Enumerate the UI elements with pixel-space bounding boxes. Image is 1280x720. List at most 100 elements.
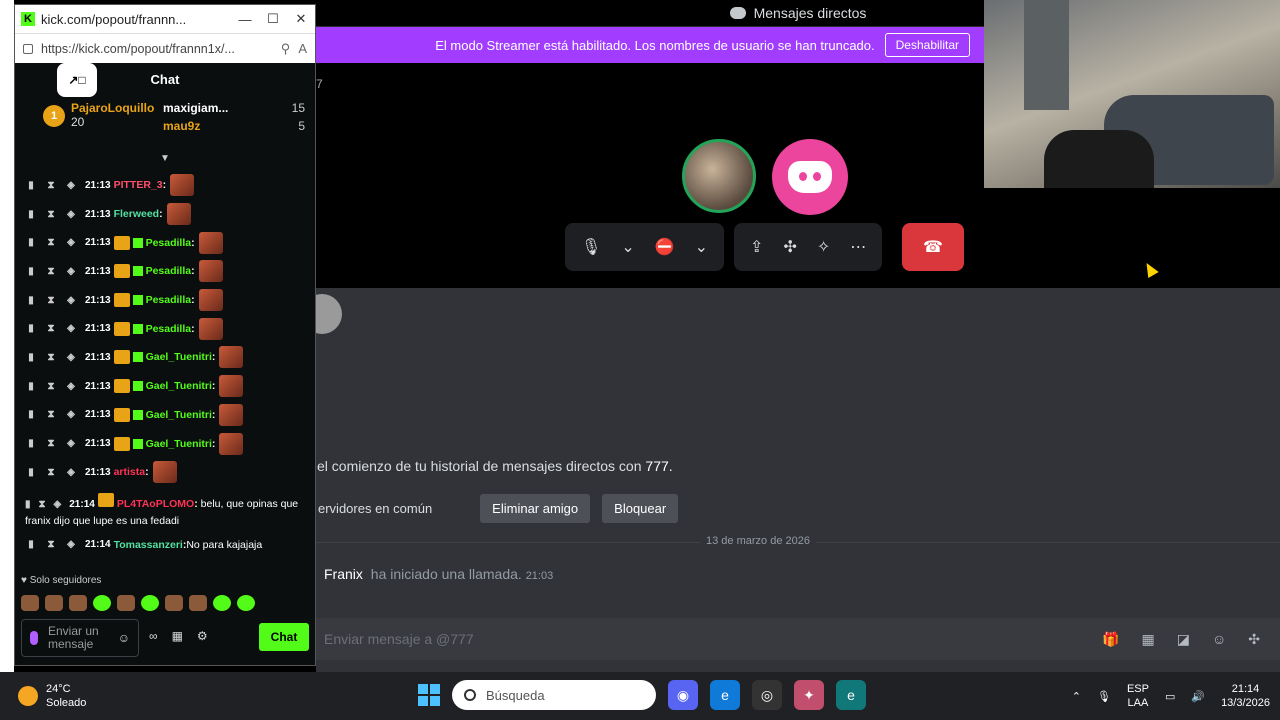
shield-icon[interactable]: ◈ (65, 539, 77, 550)
network-icon[interactable]: ▭ (1165, 690, 1175, 703)
emote[interactable] (198, 260, 223, 283)
camera-off-icon[interactable]: ⛔ (655, 237, 675, 257)
user-avatar[interactable] (682, 139, 756, 213)
shield-icon[interactable]: ◈ (65, 295, 77, 306)
popout-icon[interactable]: ↗□ (57, 63, 97, 97)
settings-icon[interactable]: ⚙ (197, 629, 208, 643)
block-button[interactable]: Bloquear (602, 494, 679, 523)
shield-icon[interactable]: ◈ (65, 409, 77, 420)
leader-item[interactable]: maxigiam... 15 (163, 101, 305, 115)
leader-item[interactable]: mau9z 5 (163, 119, 305, 133)
message-username[interactable]: Pesadilla (146, 323, 192, 335)
emote[interactable] (117, 595, 135, 611)
trash-icon[interactable]: ▮ (25, 352, 37, 363)
soundboard-icon[interactable]: ✧ (817, 237, 830, 257)
discord-app-icon[interactable]: ◉ (668, 680, 698, 710)
volume-icon[interactable]: 🔊 (1191, 690, 1205, 703)
timeout-icon[interactable]: ⧗ (45, 237, 57, 248)
more-icon[interactable]: ⋯ (850, 237, 866, 257)
emote[interactable] (213, 595, 231, 611)
discord-avatar[interactable] (772, 139, 848, 215)
timeout-icon[interactable]: ⧗ (45, 409, 57, 420)
message-username[interactable]: Gael_Tuenitri (146, 409, 212, 421)
emote[interactable] (219, 375, 244, 398)
timeout-icon[interactable]: ⧗ (45, 323, 57, 334)
shield-icon[interactable]: ◈ (65, 209, 77, 220)
message-username[interactable]: Gael_Tuenitri (146, 351, 212, 363)
scroll-down-icon[interactable]: ▼ (15, 153, 315, 165)
emote[interactable] (198, 317, 223, 340)
message-username[interactable]: Pesadilla (146, 294, 192, 306)
shield-icon[interactable]: ◈ (65, 381, 77, 392)
app-icon[interactable]: ✦ (794, 680, 824, 710)
timeout-icon[interactable]: ⧗ (45, 352, 57, 363)
emote[interactable] (219, 432, 244, 455)
message-username[interactable]: artista (114, 466, 146, 478)
remove-friend-button[interactable]: Eliminar amigo (480, 494, 591, 523)
emote[interactable] (189, 595, 207, 611)
mic-tray-icon[interactable]: 🎙 (1097, 690, 1111, 703)
trash-icon[interactable]: ▮ (25, 180, 37, 191)
emote[interactable] (93, 595, 111, 611)
message-username[interactable]: Pesadilla (146, 265, 192, 277)
emote[interactable] (141, 595, 159, 611)
emote[interactable] (21, 595, 39, 611)
close-icon[interactable]: ✕ (287, 11, 315, 27)
message-username[interactable]: Gael_Tuenitri (146, 438, 212, 450)
taskbar-search[interactable]: Búsqueda (452, 680, 656, 710)
obs-icon[interactable]: ◎ (752, 680, 782, 710)
language-indicator[interactable]: ESP LAA (1127, 682, 1149, 710)
trash-icon[interactable]: ▮ (25, 409, 37, 420)
infinity-icon[interactable]: ∞ (149, 629, 158, 643)
url-text[interactable]: https://kick.com/popout/frannn1x/... (41, 42, 281, 56)
timeout-icon[interactable]: ⧗ (45, 180, 57, 191)
emote[interactable] (45, 595, 63, 611)
timeout-icon[interactable]: ⧗ (45, 438, 57, 449)
shield-icon[interactable]: ◈ (65, 237, 77, 248)
message-username[interactable]: Tomassanzeri (114, 539, 183, 551)
trash-icon[interactable]: ▮ (25, 237, 37, 248)
trash-icon[interactable]: ▮ (25, 323, 37, 334)
emote[interactable] (166, 203, 191, 226)
trash-icon[interactable]: ▮ (25, 499, 31, 510)
weather-widget[interactable]: 24°C Soleado (18, 682, 138, 710)
trash-icon[interactable]: ▮ (25, 438, 37, 449)
message-username[interactable]: Flerweed (114, 208, 160, 220)
apps-icon[interactable]: ✣ (1248, 631, 1260, 648)
emote[interactable] (219, 346, 244, 369)
sticker-icon[interactable]: ◪ (1177, 631, 1190, 648)
chevron-down-icon[interactable]: ⌄ (621, 237, 634, 257)
minimize-icon[interactable]: — (231, 12, 259, 27)
kick-chat-input[interactable]: Enviar un mensaje ☺ (21, 619, 139, 657)
emote[interactable] (198, 231, 223, 254)
timeout-icon[interactable]: ⧗ (45, 381, 57, 392)
mutual-servers[interactable]: ervidores en común (316, 494, 434, 523)
shield-icon[interactable]: ◈ (65, 266, 77, 277)
trash-icon[interactable]: ▮ (25, 467, 37, 478)
edge-icon[interactable]: e (710, 680, 740, 710)
store-icon[interactable]: ▦ (172, 629, 183, 643)
shield-icon[interactable]: ◈ (54, 499, 62, 510)
disable-streamer-button[interactable]: Deshabilitar (884, 33, 970, 57)
start-icon[interactable] (418, 684, 440, 706)
timeout-icon[interactable]: ⧗ (39, 499, 46, 510)
shield-icon[interactable]: ◈ (65, 180, 77, 191)
emoji-icon[interactable]: ☺ (1212, 631, 1226, 648)
message-username[interactable]: Gael_Tuenitri (146, 380, 212, 392)
screen-share-icon[interactable]: ⇪ (750, 237, 763, 257)
end-call-button[interactable]: ☎ (902, 223, 964, 271)
read-aloud-icon[interactable]: A (298, 41, 307, 56)
emote[interactable] (152, 461, 177, 484)
chevron-up-icon[interactable]: ⌃ (1072, 690, 1081, 703)
timeout-icon[interactable]: ⧗ (45, 467, 57, 478)
edge-dev-icon[interactable]: e (836, 680, 866, 710)
timeout-icon[interactable]: ⧗ (45, 539, 57, 550)
clock[interactable]: 21:14 13/3/2026 (1221, 682, 1270, 710)
trash-icon[interactable]: ▮ (25, 209, 37, 220)
address-bar[interactable]: https://kick.com/popout/frannn1x/... ⚲ A (15, 33, 315, 63)
trash-icon[interactable]: ▮ (25, 539, 37, 550)
maximize-icon[interactable]: ☐ (259, 11, 287, 27)
message-username[interactable]: PL4TAoPLOMO (117, 498, 194, 510)
timeout-icon[interactable]: ⧗ (45, 266, 57, 277)
shield-icon[interactable]: ◈ (65, 438, 77, 449)
